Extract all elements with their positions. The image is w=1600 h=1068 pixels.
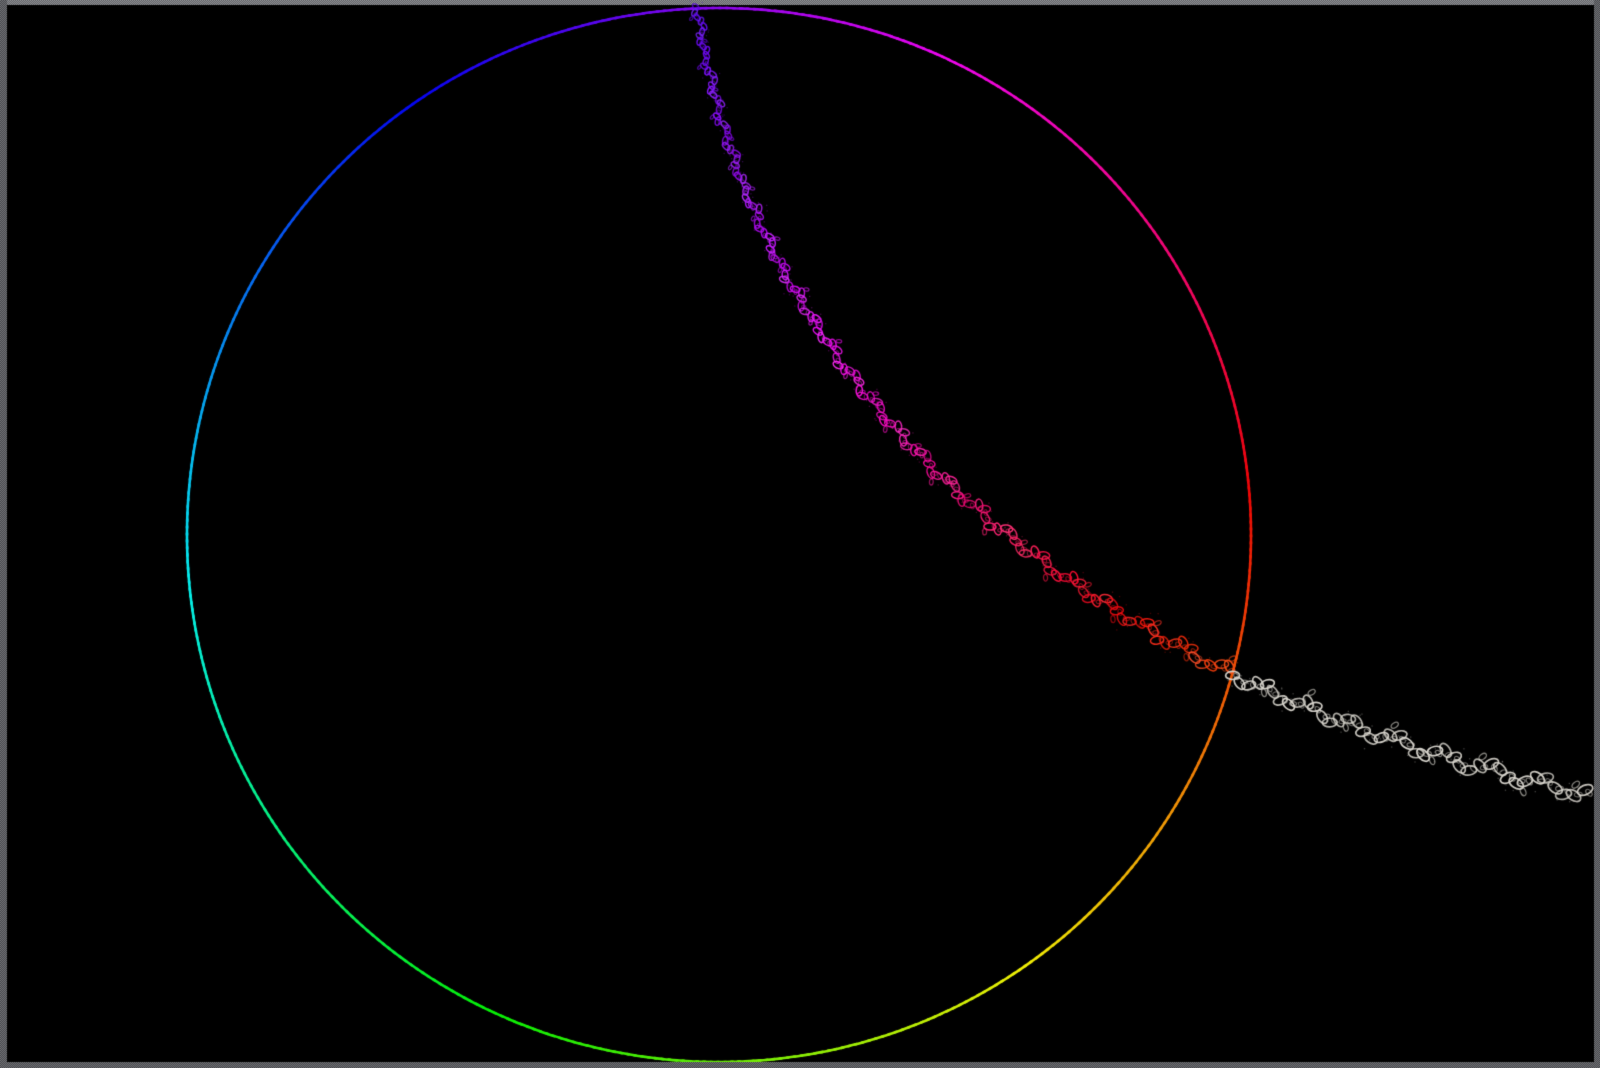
- fractal-curve-canvas: [0, 0, 1600, 1068]
- app-window: [0, 0, 1600, 1068]
